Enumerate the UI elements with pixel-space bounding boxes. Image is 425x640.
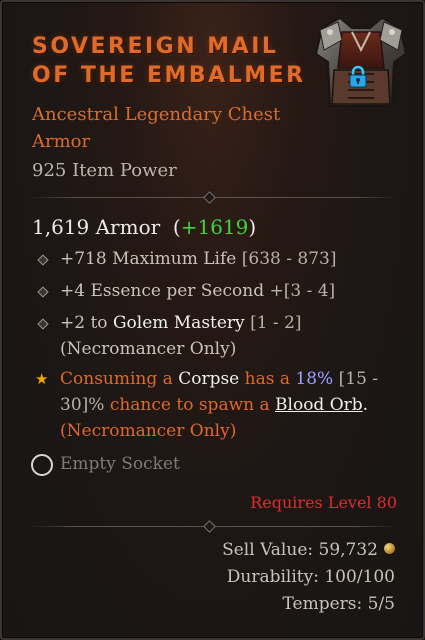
item-type-line-2: Armor [32,131,91,152]
gold-coin-icon [384,543,395,554]
affix-golem-mastery: +2 to Golem Mastery [1 - 2] (Necromancer… [60,310,302,362]
armor-delta: +1619 [180,215,249,239]
aspect-period: . [362,395,369,415]
item-type-line-1: Ancestral Legendary Chest [32,104,281,125]
sell-value: Sell Value: 59,732 [222,538,395,562]
affix-range: +[3 - 4] [269,281,336,301]
aspect-range-end: 30]% [60,395,105,415]
aspect-keyword-blood-orb[interactable]: Blood Orb [275,395,363,415]
affix-bullet-icon [37,318,49,330]
affix-essence-per-second: +4 Essence per Second +[3 - 4] [60,278,335,304]
item-tooltip: Sovereign Mail of the Embalmer [0,0,425,640]
aspect-text: has a [244,369,291,389]
affix-bullet-icon [37,286,49,298]
armor-value: 1,619 Armor [32,215,161,239]
aspect-text: Consuming a [60,369,173,389]
item-type: Ancestral Legendary Chest Armor [32,101,312,155]
legendary-aspect: Consuming a Corpse has a 18% [15 - 30]% … [60,366,400,444]
tempers: Tempers: 5/5 [282,594,395,614]
sell-value-text: Sell Value: 59,732 [222,540,378,560]
aspect-percent: 18% [295,369,334,389]
lock-icon[interactable] [345,64,371,90]
affix-range: [1 - 2] [250,313,302,333]
item-title-line-2: of the Embalmer [32,63,306,88]
aspect-class-restriction: (Necromancer Only) [60,421,237,441]
affix-bullet-icon [37,254,49,266]
item-title: Sovereign Mail of the Embalmer [32,32,332,90]
affix-class-restriction: (Necromancer Only) [60,339,237,359]
affix-range: [638 - 873] [241,249,337,269]
armor-paren-close: ) [248,215,257,239]
affix-text: +4 Essence per Second [60,281,265,301]
armor-paren-open: ( [172,215,181,239]
empty-socket-label: Empty Socket [60,454,180,474]
item-power: 925 Item Power [32,160,177,181]
durability: Durability: 100/100 [226,567,395,587]
affix-maximum-life: +718 Maximum Life [638 - 873] [60,246,336,272]
level-requirement: Requires Level 80 [250,493,397,512]
affix-skill-name: Golem Mastery [112,313,245,333]
affix-text: +718 Maximum Life [60,249,237,269]
armor-stat: 1,619 Armor (+1619) [32,214,256,240]
aspect-range-start: [15 - [338,369,379,389]
divider-ornament [203,520,216,533]
legendary-star-icon: ★ [35,370,49,388]
aspect-keyword-corpse: Corpse [178,369,240,389]
aspect-text: chance to spawn a [109,395,270,415]
affix-text: +2 to [60,313,108,333]
item-title-line-1: Sovereign Mail [32,34,279,59]
divider-ornament [203,191,216,204]
empty-socket-icon [31,454,53,476]
